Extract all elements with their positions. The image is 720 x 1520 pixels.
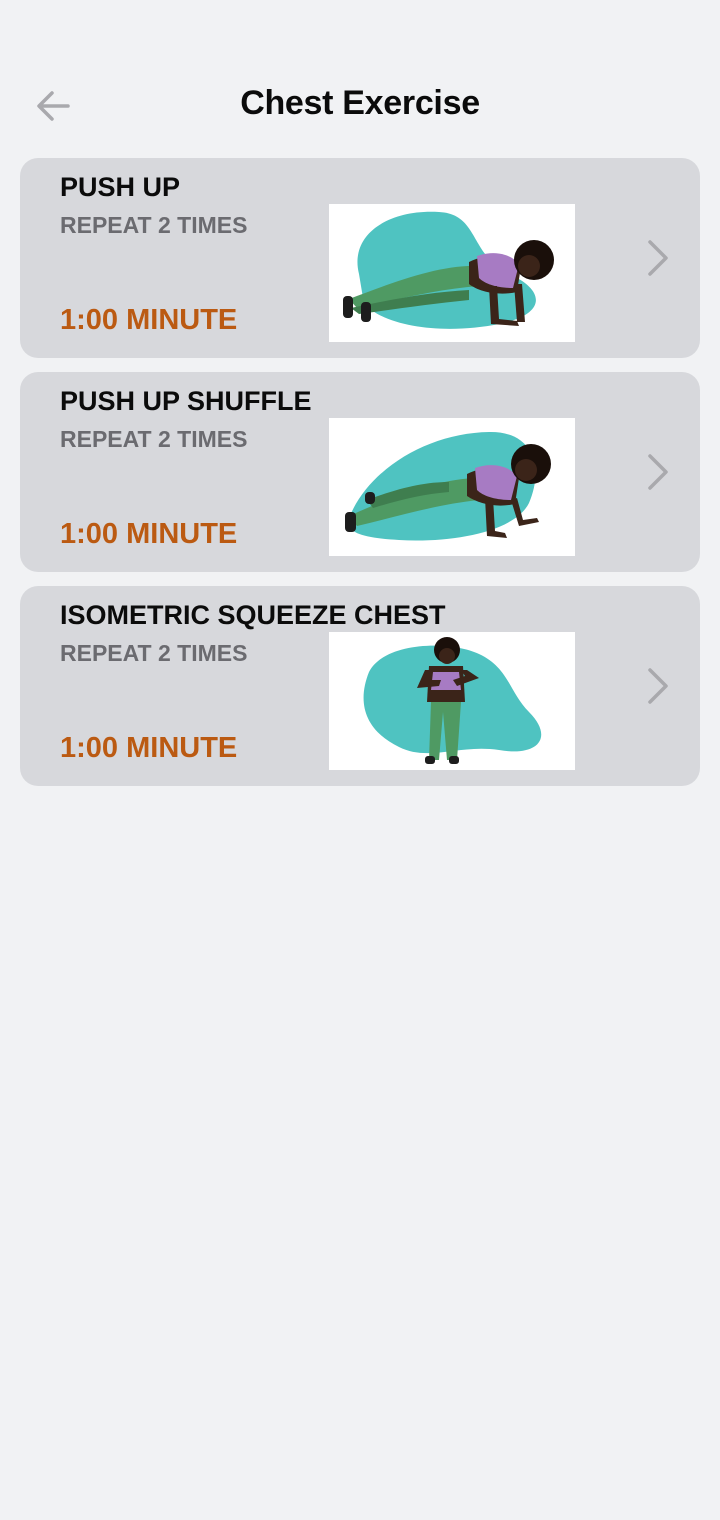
exercise-list: PUSH UP REPEAT 2 TIMES 1:00 MINUTE PUSH … bbox=[20, 158, 700, 800]
push-up-shuffle-illustration bbox=[329, 418, 575, 556]
exercise-name: ISOMETRIC SQUEEZE CHEST bbox=[60, 600, 446, 630]
exercise-duration: 1:00 MINUTE bbox=[60, 518, 238, 550]
exercise-card-push-up[interactable]: PUSH UP REPEAT 2 TIMES 1:00 MINUTE bbox=[20, 158, 700, 358]
isometric-squeeze-chest-illustration bbox=[329, 632, 575, 770]
chevron-right-icon bbox=[638, 662, 674, 710]
screen: Chest Exercise PUSH UP REPEAT 2 TIMES 1:… bbox=[0, 0, 720, 1520]
exercise-name: PUSH UP SHUFFLE bbox=[60, 386, 312, 416]
chevron-right-icon bbox=[638, 234, 674, 282]
exercise-repeat: REPEAT 2 TIMES bbox=[60, 640, 248, 666]
exercise-duration: 1:00 MINUTE bbox=[60, 304, 238, 336]
push-up-illustration bbox=[329, 204, 575, 342]
exercise-duration: 1:00 MINUTE bbox=[60, 732, 238, 764]
exercise-card-push-up-shuffle[interactable]: PUSH UP SHUFFLE REPEAT 2 TIMES 1:00 MINU… bbox=[20, 372, 700, 572]
exercise-name: PUSH UP bbox=[60, 172, 181, 202]
exercise-repeat: REPEAT 2 TIMES bbox=[60, 426, 248, 452]
exercise-repeat: REPEAT 2 TIMES bbox=[60, 212, 248, 238]
header: Chest Exercise bbox=[0, 62, 720, 148]
exercise-card-isometric-squeeze-chest[interactable]: ISOMETRIC SQUEEZE CHEST REPEAT 2 TIMES 1… bbox=[20, 586, 700, 786]
chevron-right-icon bbox=[638, 448, 674, 496]
page-title: Chest Exercise bbox=[240, 84, 480, 122]
